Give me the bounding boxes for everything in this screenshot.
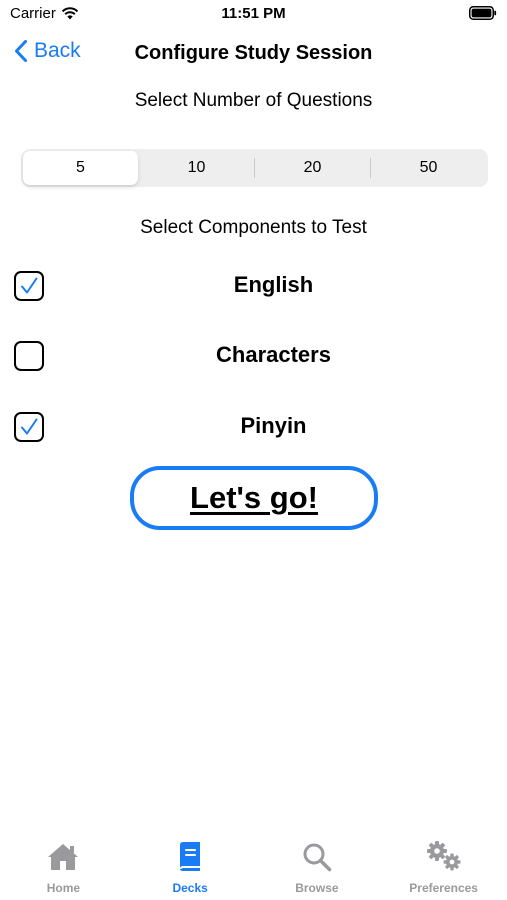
tab-browse[interactable]: Browse (254, 838, 381, 900)
component-row-pinyin: Pinyin (0, 409, 507, 449)
magnifier-icon (303, 843, 332, 872)
gears-icon (426, 841, 461, 871)
questions-section-label: Select Number of Questions (134, 90, 373, 111)
tab-decks[interactable]: Decks (127, 838, 254, 900)
components-section-label: Select Components to Test (140, 217, 367, 238)
english-label: English (233, 272, 314, 297)
tab-home[interactable]: Home (0, 838, 127, 900)
checkmark-icon (21, 277, 38, 294)
pinyin-label: Pinyin (240, 413, 307, 438)
lets-go-button[interactable]: Let's go! (130, 466, 378, 530)
tab-browse-label: Browse (295, 881, 339, 895)
segment-5[interactable]: 5 (23, 151, 138, 185)
segment-20[interactable]: 20 (255, 151, 370, 185)
house-icon (48, 844, 79, 870)
status-time: 11:51 PM (221, 5, 286, 22)
tab-home-label: Home (46, 881, 81, 895)
battery-icon (469, 6, 497, 20)
navigation-bar: Back Configure Study Session (0, 32, 507, 76)
book-icon (180, 842, 201, 871)
segment-10[interactable]: 10 (139, 151, 254, 185)
characters-label: Characters (216, 342, 331, 367)
tab-decks-label: Decks (172, 881, 208, 895)
status-bar: Carrier 11:51 PM (0, 0, 507, 28)
question-count-segmented-control: 5 10 20 50 (21, 149, 488, 187)
tab-preferences-label: Preferences (409, 881, 478, 895)
page-title: Configure Study Session (134, 42, 373, 64)
component-row-english: English (0, 268, 507, 308)
segment-50[interactable]: 50 (371, 151, 486, 185)
component-row-characters: Characters (0, 338, 507, 378)
checkmark-icon (21, 418, 38, 435)
tab-preferences[interactable]: Preferences (380, 838, 507, 900)
tab-bar: Home Decks Browse Preferences (0, 838, 507, 900)
